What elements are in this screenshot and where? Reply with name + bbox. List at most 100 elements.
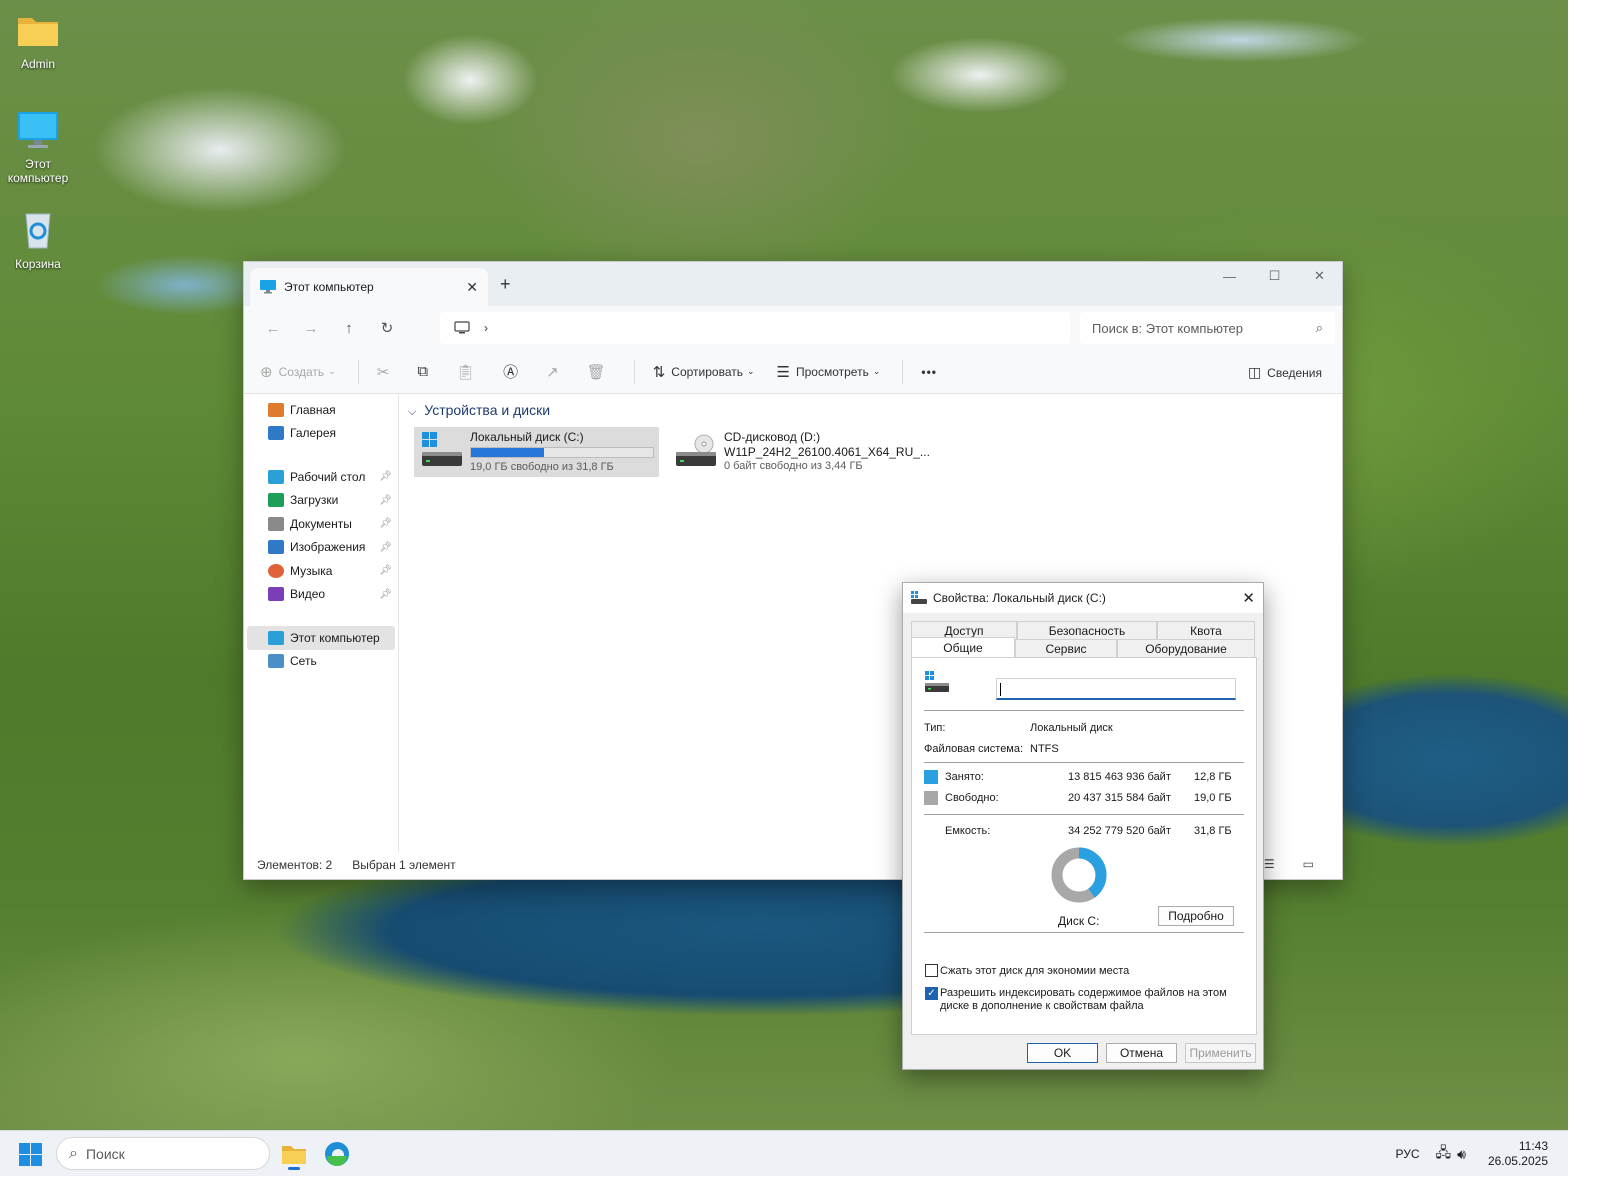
- ok-button[interactable]: OK: [1027, 1043, 1098, 1063]
- clipboard-icon: 📋︎: [456, 363, 476, 381]
- sidebar-item-downloads[interactable]: Загрузки 📌︎: [244, 489, 398, 513]
- sidebar-item-pictures[interactable]: Изображения 📌︎: [244, 536, 398, 560]
- drive-free-space: 19,0 ГБ свободно из 31,8 ГБ: [470, 461, 614, 473]
- cancel-button[interactable]: Отмена: [1106, 1043, 1177, 1063]
- cut-button[interactable]: ✂: [377, 363, 396, 381]
- search-input[interactable]: Поиск в: Этот компьютер: [1092, 321, 1316, 336]
- sidebar-item-videos[interactable]: Видео 📌︎: [244, 583, 398, 607]
- pin-icon[interactable]: 📌︎: [379, 495, 392, 506]
- tab-row-bottom: Общие Сервис Оборудование: [911, 637, 1255, 657]
- start-button-icon[interactable]: [19, 1143, 42, 1166]
- group-header[interactable]: ⌵ Устройства и диски: [408, 402, 550, 419]
- desktop-icon-recycle-bin[interactable]: Корзина: [2, 210, 74, 271]
- tab-hardware[interactable]: Оборудование: [1117, 639, 1255, 657]
- pin-icon[interactable]: 📌︎: [379, 471, 392, 482]
- tab-security[interactable]: Безопасность: [1017, 621, 1157, 639]
- taskbar-search-box[interactable]: ⌕ Поиск: [56, 1137, 270, 1170]
- used-gb: 12,8 ГБ: [1194, 771, 1232, 783]
- address-bar[interactable]: ›: [440, 312, 1070, 344]
- minimize-icon[interactable]: —: [1207, 262, 1252, 290]
- monitor-outline-icon: [454, 321, 470, 334]
- compress-label: Сжать этот диск для экономии места: [940, 965, 1130, 977]
- sidebar-item-label: Загрузки: [290, 493, 339, 508]
- list-view-icon: ☰: [776, 363, 790, 381]
- details-button[interactable]: Подробно: [1158, 906, 1234, 926]
- sidebar-item-documents[interactable]: Документы 📌︎: [244, 512, 398, 536]
- sidebar-item-gallery[interactable]: Галерея: [244, 422, 398, 446]
- navigation-pane: Главная Галерея Рабочий стол 📌︎ Загрузки 📌…: [244, 394, 399, 852]
- divider: [924, 932, 1244, 933]
- maximize-icon[interactable]: ☐: [1252, 262, 1297, 290]
- capacity-label: Емкость:: [945, 825, 991, 837]
- tiles-view-icon[interactable]: ▭: [1303, 857, 1314, 871]
- desktop-icon-this-pc[interactable]: Этот компьютер: [2, 110, 74, 185]
- edge-browser-icon[interactable]: [323, 1140, 351, 1168]
- recycle-bin-icon: [25, 213, 51, 249]
- volume-name-input[interactable]: [996, 678, 1236, 700]
- sidebar-item-music[interactable]: Музыка 📌︎: [244, 559, 398, 583]
- sidebar-item-label: Этот компьютер: [290, 630, 380, 645]
- drive-name: Локальный диск (C:): [470, 430, 584, 444]
- back-arrow-icon[interactable]: ←: [254, 320, 292, 337]
- details-view-icon[interactable]: ☰: [1264, 857, 1275, 871]
- desktop-icon-admin[interactable]: Admin: [2, 10, 74, 71]
- details-label: Сведения: [1267, 365, 1322, 380]
- clock-time: 11:43: [1518, 1139, 1548, 1153]
- desktop-icon: [268, 469, 284, 484]
- used-bytes: 13 815 463 936 байт: [1068, 771, 1171, 783]
- selection-count: Выбран 1 элемент: [352, 858, 456, 872]
- sidebar-item-home[interactable]: Главная: [244, 398, 398, 422]
- view-button[interactable]: ☰ Просмотреть ⌄: [777, 363, 881, 381]
- sidebar-item-this-pc[interactable]: Этот компьютер: [247, 626, 395, 650]
- drive-item-d[interactable]: CD-дисковод (D:) W11P_24H2_26100.4061_X6…: [668, 427, 930, 477]
- refresh-icon[interactable]: ↻: [368, 319, 406, 337]
- free-space-swatch: [924, 791, 938, 805]
- sidebar-item-label: Документы: [290, 516, 352, 531]
- network-icon[interactable]: 🖧︎: [1435, 1142, 1451, 1166]
- dialog-tabs: Доступ Безопасность Квота Общие Сервис О…: [911, 621, 1255, 657]
- free-bytes: 20 437 315 584 байт: [1068, 792, 1171, 804]
- clock[interactable]: 11:43 26.05.2025: [1488, 1139, 1548, 1169]
- divider: [924, 814, 1244, 815]
- delete-button[interactable]: 🗑︎: [587, 363, 612, 381]
- pin-icon[interactable]: 📌︎: [379, 518, 392, 529]
- compress-checkbox[interactable]: [925, 964, 938, 977]
- breadcrumb-chevron-icon[interactable]: ›: [484, 321, 488, 335]
- trash-icon: 🗑︎: [586, 363, 606, 381]
- used-label: Занято:: [945, 771, 984, 783]
- search-box[interactable]: Поиск в: Этот компьютер ⌕: [1080, 312, 1335, 344]
- pin-icon[interactable]: 📌︎: [379, 542, 392, 553]
- pin-icon[interactable]: 📌︎: [379, 589, 392, 600]
- new-tab-icon[interactable]: +: [500, 274, 511, 295]
- picture-icon: [268, 540, 284, 555]
- drive-item-c[interactable]: Локальный диск (C:) 19,0 ГБ свободно из …: [414, 427, 659, 477]
- file-explorer-taskbar-icon[interactable]: [280, 1140, 308, 1170]
- create-button[interactable]: ⊕ Создать ⌄: [260, 363, 336, 381]
- sort-button[interactable]: ⇅ Сортировать ⌄: [653, 363, 755, 381]
- taskbar-search-input[interactable]: Поиск: [86, 1146, 125, 1162]
- sidebar-item-desktop[interactable]: Рабочий стол 📌︎: [244, 465, 398, 489]
- copy-button[interactable]: ⧉: [417, 363, 434, 380]
- tab-general[interactable]: Общие: [911, 637, 1015, 657]
- paste-button[interactable]: 📋︎: [456, 363, 481, 381]
- pin-icon[interactable]: 📌︎: [379, 565, 392, 576]
- apply-button[interactable]: Применить: [1185, 1043, 1256, 1063]
- up-arrow-icon[interactable]: ↑: [330, 320, 368, 337]
- share-button[interactable]: ↗: [546, 363, 565, 381]
- input-language-indicator[interactable]: РУС: [1395, 1147, 1419, 1161]
- sidebar-item-network[interactable]: Сеть: [244, 650, 398, 674]
- tab-this-pc[interactable]: Этот компьютер ✕: [250, 268, 488, 306]
- details-pane-button[interactable]: ◫ Сведения: [1248, 364, 1322, 381]
- close-icon[interactable]: ✕: [1297, 262, 1342, 290]
- sidebar-item-label: Изображения: [290, 540, 366, 555]
- index-checkbox[interactable]: ✓: [925, 987, 938, 1000]
- more-options-button[interactable]: •••: [921, 365, 937, 379]
- forward-arrow-icon[interactable]: →: [292, 320, 330, 337]
- rename-button[interactable]: Ⓐ: [503, 361, 524, 382]
- tab-quota[interactable]: Квота: [1157, 621, 1255, 639]
- details-pane-icon: ◫: [1247, 364, 1262, 380]
- close-tab-icon[interactable]: ✕: [466, 279, 478, 296]
- close-icon[interactable]: ✕: [1242, 589, 1255, 607]
- tab-tools[interactable]: Сервис: [1015, 639, 1117, 657]
- volume-icon[interactable]: 🔊︎: [1457, 1146, 1466, 1163]
